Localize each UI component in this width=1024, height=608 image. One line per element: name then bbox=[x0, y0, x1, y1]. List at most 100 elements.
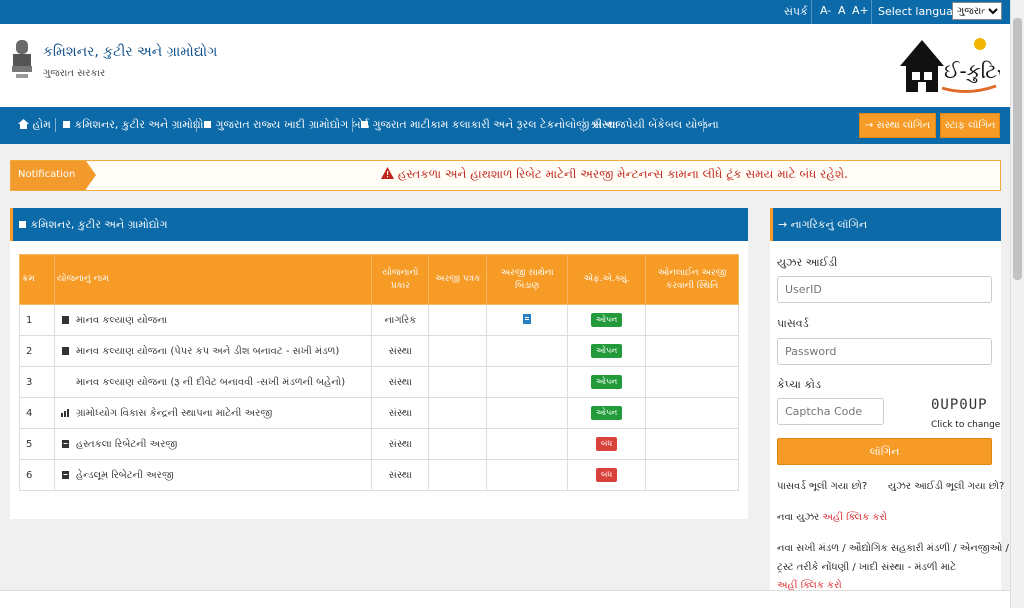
cell-application-form bbox=[428, 428, 488, 460]
building-icon bbox=[204, 121, 211, 128]
nav-khadi-board[interactable]: ગુજરાત રાજ્ય ખાદી ગ્રામોદ્યોગ બોર્ડ bbox=[203, 118, 369, 132]
nav-divider bbox=[196, 118, 197, 132]
scheme-name-text: હસ્તકલા રિબેટની અરજી bbox=[75, 438, 178, 450]
warning-icon bbox=[381, 167, 394, 179]
cell-scheme-name[interactable]: હેન્ડલૂમ રિબેટની અરજી bbox=[53, 459, 373, 491]
font-decrease-button[interactable]: A- bbox=[820, 4, 831, 17]
font-increase-button[interactable]: A+ bbox=[852, 4, 869, 17]
nav-home[interactable]: હોમ bbox=[18, 118, 51, 132]
page-scrollbar[interactable] bbox=[1010, 0, 1024, 608]
cell-serial: 1 bbox=[19, 304, 55, 336]
divider bbox=[811, 0, 812, 24]
status-badge[interactable]: ઓપન bbox=[590, 344, 623, 358]
status-badge[interactable]: બંધ bbox=[595, 468, 618, 482]
schemes-table: ક્રમ યોજનાનું નામ યોજનાનો પ્રકાર અરજી પત… bbox=[19, 254, 739, 491]
org-subtitle: ગુજરાત સરકાર bbox=[43, 68, 106, 79]
notification-bar: Notification હસ્તકળા અને હાથશાળ રિબેટ મા… bbox=[10, 160, 1001, 191]
main-nav: હોમ કમિશનર, કુટીર અને ગ્રામોદ્યોગ ગુજરાત… bbox=[0, 107, 1010, 144]
cell-online-status bbox=[645, 335, 739, 367]
clipboard-icon bbox=[61, 315, 69, 324]
new-user-register-link[interactable]: અહીં ક્લિક કરો bbox=[822, 512, 887, 523]
building-icon bbox=[361, 121, 368, 128]
nav-divider bbox=[352, 118, 353, 132]
cell-serial: 4 bbox=[19, 397, 55, 429]
bar-chart-icon bbox=[60, 408, 69, 417]
logo-text: ઈ-કુટિર bbox=[944, 59, 1000, 83]
clipboard-icon bbox=[61, 346, 69, 355]
schemes-panel-title: કમિશનર, કુટીર અને ગ્રામોદ્યોગ bbox=[30, 218, 168, 231]
org-registration-line1: નવા સખી મંડળ / ઔદ્યોગિક સહકારી મંડળી / એ… bbox=[777, 543, 1009, 554]
cell-online-status bbox=[645, 397, 739, 429]
cell-serial: 6 bbox=[19, 459, 55, 491]
captcha-label: કેપ્ચા કોડ bbox=[777, 378, 821, 391]
nav-commissioner[interactable]: કમિશનર, કુટીર અને ગ્રામોદ્યોગ bbox=[62, 118, 212, 132]
nav-vajpayee-scheme[interactable]: શ્રી વાજપેયી બેંકેબલ યોજના bbox=[590, 118, 719, 132]
cell-serial: 5 bbox=[19, 428, 55, 460]
cell-online-status bbox=[645, 366, 739, 398]
font-normal-button[interactable]: A bbox=[838, 4, 846, 17]
status-badge[interactable]: ઓપન bbox=[590, 375, 623, 389]
nav-pottery-institute[interactable]: ગુજરાત માટીકામ કલાકારી અને રૂરલ ટેકનોલોજ… bbox=[360, 118, 618, 132]
contact-link[interactable]: સંપર્ક bbox=[784, 5, 808, 19]
cell-scheme-type: સંસ્થા bbox=[371, 335, 430, 367]
status-badge[interactable]: બંધ bbox=[595, 437, 618, 451]
captcha-input[interactable] bbox=[777, 398, 884, 425]
cell-scheme-type: સંસ્થા bbox=[371, 366, 430, 398]
table-row: 1 માનવ કલ્યાણ યોજના નાગરિક ઓપન bbox=[19, 304, 739, 336]
e-kutir-logo[interactable]: ઈ-કુટિર bbox=[898, 30, 1000, 100]
cell-scheme-name[interactable]: માનવ કલ્યાણ યોજના (પેપર કપ અને ડીશ બનાવટ… bbox=[53, 335, 373, 367]
col-attachments: અરજી સાથેના બિડાણ bbox=[486, 254, 569, 305]
status-badge[interactable]: ઓપન bbox=[590, 406, 623, 420]
cell-scheme-name[interactable]: માનવ કલ્યાણ યોજના bbox=[53, 304, 373, 336]
cell-faq: ઓપન bbox=[567, 366, 647, 398]
footer-strip bbox=[0, 590, 1010, 608]
login-panel-title: નાગરિકનું લૉગિન bbox=[790, 218, 868, 231]
forgot-password-link[interactable]: પાસવર્ડ ભૂલી ગયા છો? bbox=[777, 481, 867, 492]
schemes-panel-header: કમિશનર, કુટીર અને ગ્રામોદ્યોગ bbox=[10, 208, 748, 241]
cell-faq: બંધ bbox=[567, 459, 647, 491]
cell-scheme-type: સંસ્થા bbox=[371, 397, 430, 429]
captcha-refresh-link[interactable]: Click to change bbox=[931, 420, 1000, 430]
language-select[interactable]: ગુજરાતી bbox=[952, 2, 1002, 20]
password-input[interactable] bbox=[777, 338, 992, 365]
forgot-userid-link[interactable]: યુઝર આઈડી ભૂલી ગયા છો? bbox=[888, 481, 1004, 492]
scrollbar-thumb[interactable] bbox=[1013, 18, 1022, 280]
cell-application-form bbox=[428, 335, 488, 367]
top-bar: સંપર્ક A- A A+ Select language: ગુજરાતી bbox=[0, 0, 1010, 24]
cell-scheme-name[interactable]: માનવ કલ્યાણ યોજના (રૂ ની દીવેટ બનાવવી -સ… bbox=[53, 366, 373, 398]
cell-application-form bbox=[428, 459, 488, 491]
state-emblem-icon bbox=[12, 40, 32, 78]
login-button[interactable]: લૉગિન bbox=[777, 438, 992, 465]
userid-label: યુઝર આઈડી bbox=[777, 256, 838, 269]
nav-home-label: હોમ bbox=[32, 118, 51, 131]
cell-serial: 2 bbox=[19, 335, 55, 367]
nav-khadi-board-label: ગુજરાત રાજ્ય ખાદી ગ્રામોદ્યોગ બોર્ડ bbox=[215, 118, 370, 131]
checklist-icon bbox=[61, 439, 69, 448]
login-panel-header: → નાગરિકનું લૉગિન bbox=[770, 208, 1001, 241]
cell-scheme-name[interactable]: ગ્રામોધ્યોગ વિકાસ કેન્દ્રની સ્થાપના માટે… bbox=[53, 397, 373, 429]
cell-attachments bbox=[486, 459, 569, 491]
col-scheme-name: યોજનાનું નામ bbox=[53, 254, 373, 305]
institute-login-button[interactable]: → સંસ્થા લૉગિન bbox=[859, 113, 936, 138]
home-icon bbox=[18, 119, 29, 129]
cell-scheme-type: સંસ્થા bbox=[371, 428, 430, 460]
document-icon[interactable] bbox=[523, 313, 532, 324]
userid-input[interactable] bbox=[777, 276, 992, 303]
org-name: કમિશનર, કુટીર અને ગ્રામોદ્યોગ bbox=[43, 44, 218, 60]
cell-attachments bbox=[486, 428, 569, 460]
cell-scheme-name[interactable]: હસ્તકલા રિબેટની અરજી bbox=[53, 428, 373, 460]
org-registration-line2: ટ્રસ્ટ તરીકે નોંધણી / ખાદી સંસ્થા - મંડળ… bbox=[777, 562, 957, 573]
col-online-status: ઓનલાઈન અરજી કરવાની સ્થિતિ bbox=[645, 254, 739, 305]
nav-divider bbox=[703, 118, 704, 132]
cell-faq: બંધ bbox=[567, 428, 647, 460]
table-row: 6 હેન્ડલૂમ રિબેટની અરજી સંસ્થા બંધ bbox=[19, 459, 739, 491]
cell-faq: ઓપન bbox=[567, 397, 647, 429]
login-icon: → bbox=[864, 120, 874, 131]
status-badge[interactable]: ઓપન bbox=[590, 313, 623, 327]
new-user-line: નવા યુઝર અહીં ક્લિક કરો bbox=[777, 512, 887, 523]
cell-faq: ઓપન bbox=[567, 304, 647, 336]
cell-application-form bbox=[428, 304, 488, 336]
table-row: 2 માનવ કલ્યાણ યોજના (પેપર કપ અને ડીશ બના… bbox=[19, 335, 739, 367]
cell-attachments bbox=[486, 335, 569, 367]
staff-login-button[interactable]: સ્ટાફ લૉગિન bbox=[940, 113, 1000, 138]
